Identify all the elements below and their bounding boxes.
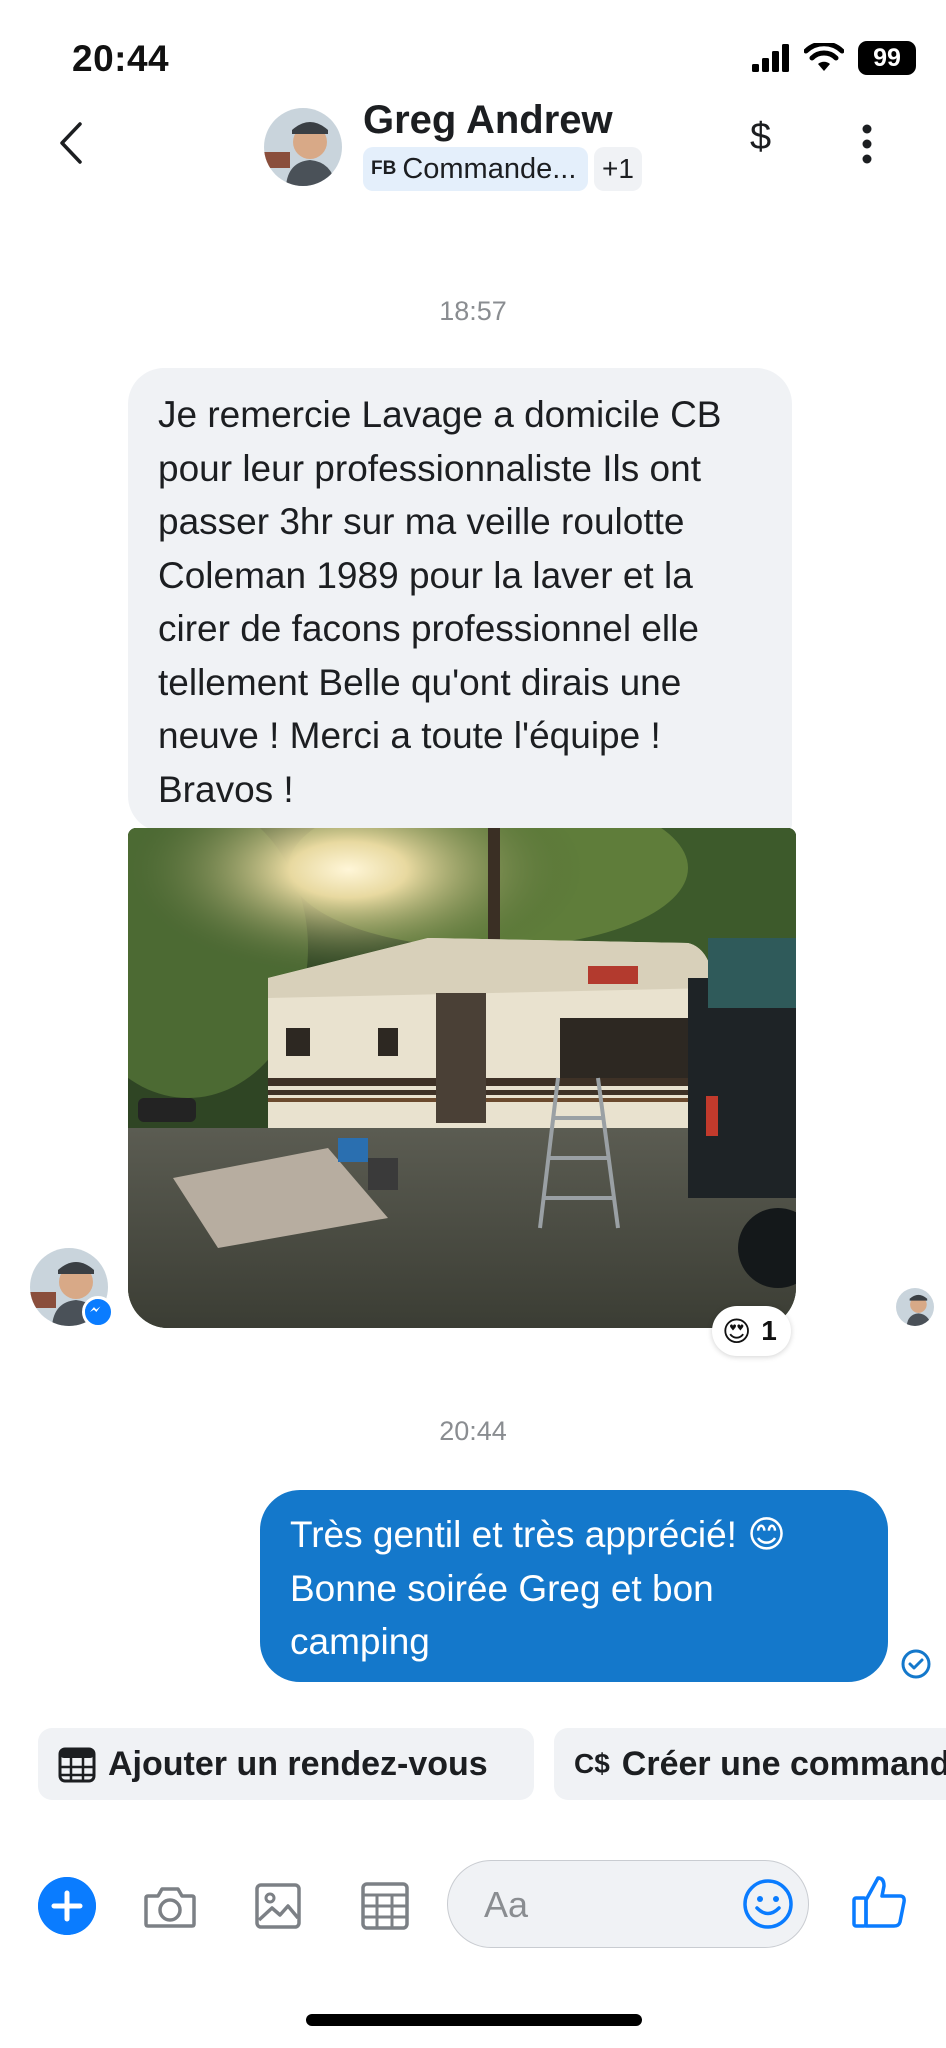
- incoming-message-bubble[interactable]: Je remercie Lavage a domicile CB pour le…: [128, 368, 792, 832]
- calendar-icon: [58, 1747, 96, 1783]
- home-indicator[interactable]: [306, 2014, 642, 2026]
- payment-button[interactable]: $: [750, 116, 771, 159]
- reaction-count: 1: [761, 1315, 777, 1346]
- calendar-icon[interactable]: [357, 1878, 413, 1934]
- more-tags-badge[interactable]: +1: [594, 147, 642, 191]
- tag-label: Commande...: [402, 152, 577, 185]
- contact-name[interactable]: Greg Andrew: [363, 98, 613, 143]
- add-appointment-button[interactable]: Ajouter un rendez-vous: [38, 1728, 534, 1800]
- currency-icon: C$: [574, 1748, 610, 1779]
- delivered-check-icon: [901, 1649, 931, 1679]
- back-icon[interactable]: [52, 118, 92, 168]
- heart-eyes-emoji-icon: 😍: [722, 1315, 752, 1347]
- message-reaction[interactable]: 😍 1: [712, 1306, 791, 1356]
- message-timestamp: 20:44: [439, 1416, 507, 1446]
- camera-icon[interactable]: [142, 1878, 198, 1934]
- contact-avatar[interactable]: [264, 108, 342, 186]
- status-time: 20:44: [72, 38, 170, 79]
- message-input[interactable]: [484, 1881, 704, 1929]
- read-receipt-avatar: [896, 1288, 934, 1326]
- message-timestamp: 18:57: [439, 296, 507, 326]
- status-icons: 99: [752, 40, 916, 76]
- gallery-icon[interactable]: [250, 1878, 306, 1934]
- more-options-icon[interactable]: [862, 124, 872, 164]
- messenger-icon: [82, 1296, 114, 1328]
- wifi-icon: [804, 43, 844, 71]
- thumbs-up-icon[interactable]: [850, 1872, 908, 1930]
- emoji-icon[interactable]: [742, 1878, 794, 1930]
- outgoing-message-bubble[interactable]: Très gentil et très apprécié! 😊 Bonne so…: [260, 1490, 888, 1682]
- create-order-button[interactable]: C$ Créer une commande: [554, 1728, 946, 1800]
- plus-icon[interactable]: [38, 1877, 96, 1935]
- message-photo[interactable]: [128, 828, 796, 1328]
- tag-prefix: FB: [371, 158, 397, 179]
- battery-icon: 99: [858, 41, 916, 75]
- add-appointment-label: Ajouter un rendez-vous: [108, 1744, 488, 1783]
- cellular-signal-icon: [752, 44, 789, 72]
- label-tag[interactable]: FB Commande...: [363, 147, 589, 191]
- create-order-label: Créer une commande: [621, 1744, 946, 1783]
